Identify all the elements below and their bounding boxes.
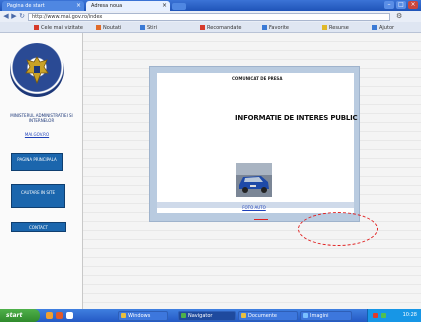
forward-icon[interactable]: ▶: [10, 12, 18, 21]
tab-current[interactable]: Adresa noua ×: [86, 1, 170, 11]
bookmark-icon: [372, 25, 377, 30]
bookmark-item[interactable]: Favorite: [262, 24, 289, 32]
search-site-button[interactable]: CAUTARE IN SITE: [11, 184, 65, 208]
taskbar-item[interactable]: Navigator: [178, 311, 236, 321]
close-icon[interactable]: ×: [408, 1, 418, 9]
photo-caption[interactable]: FOTO AUTO: [237, 205, 271, 210]
bookmark-icon: [140, 25, 145, 30]
clock: 10:28: [402, 312, 417, 318]
highlight-underline: [254, 219, 268, 220]
institution-name: MINISTERUL ADMINISTRATIEI SI INTERNELOR: [10, 113, 73, 123]
minimize-icon[interactable]: –: [384, 1, 394, 9]
back-icon[interactable]: ◀: [2, 12, 10, 21]
contact-button[interactable]: CONTACT: [11, 222, 66, 232]
tab-home[interactable]: Pagina de start ×: [2, 1, 84, 11]
bookmark-item[interactable]: Stiri: [140, 24, 157, 32]
quick-launch-icon[interactable]: [56, 312, 63, 319]
main-content: COMUNICAT DE PRESA INFORMATIE DE INTERES…: [84, 33, 421, 309]
eagle-icon: [25, 56, 49, 85]
document-heading: INFORMATIE DE INTERES PUBLIC: [235, 114, 358, 122]
window-icon: [121, 313, 126, 318]
taskbar: start Windows Navigator Documente Imagin…: [0, 309, 421, 322]
bookmark-icon: [322, 25, 327, 30]
tab-label: Adresa noua: [91, 3, 123, 9]
reload-icon[interactable]: ↻: [18, 12, 26, 21]
sidebar: MINISTERUL ADMINISTRATIEI SI INTERNELOR …: [0, 33, 83, 309]
browser-icon: [181, 313, 186, 318]
home-link[interactable]: MAI.GOV.RO: [20, 132, 54, 137]
close-icon[interactable]: ×: [76, 1, 81, 11]
folder-icon: [241, 313, 246, 318]
bookmark-item[interactable]: Cele mai vizitate: [34, 24, 83, 32]
web-page: MINISTERUL ADMINISTRATIEI SI INTERNELOR …: [0, 33, 421, 309]
coat-of-arms-logo: [10, 43, 64, 97]
new-tab-button[interactable]: [172, 3, 186, 10]
home-button[interactable]: PAGINA PRINCIPALA: [11, 153, 63, 171]
bookmark-item[interactable]: Resurse: [322, 24, 349, 32]
document-title: COMUNICAT DE PRESA: [232, 76, 283, 81]
taskbar-item[interactable]: Documente: [238, 311, 298, 321]
highlight-circle: [298, 212, 378, 246]
address-bar: ◀ ▶ ↻ http://www.mai.gov.ro/index ⚙: [0, 11, 421, 22]
quick-launch-icon[interactable]: [66, 312, 73, 319]
system-tray: 10:28: [367, 309, 421, 322]
tab-strip: Pagina de start × Adresa noua × – □ ×: [0, 0, 421, 11]
window-controls: – □ ×: [384, 1, 418, 9]
taskbar-item[interactable]: Imagini: [300, 311, 352, 321]
document-page: COMUNICAT DE PRESA INFORMATIE DE INTERES…: [157, 73, 358, 213]
bookmark-item[interactable]: Recomandate: [200, 24, 242, 32]
bookmark-icon: [200, 25, 205, 30]
wrench-icon[interactable]: ⚙: [396, 12, 402, 21]
bookmark-item[interactable]: Ajutor: [372, 24, 394, 32]
bookmark-item[interactable]: Noutati: [96, 24, 121, 32]
url-input[interactable]: http://www.mai.gov.ro/index: [28, 13, 390, 21]
bookmarks-bar: Cele mai vizitate Noutati Stiri Recomand…: [0, 22, 421, 33]
tray-icon[interactable]: [381, 313, 386, 318]
bookmark-icon: [262, 25, 267, 30]
tray-icon[interactable]: [373, 313, 378, 318]
car-icon: [236, 163, 272, 197]
image-icon: [303, 313, 308, 318]
document-frame: COMUNICAT DE PRESA INFORMATIE DE INTERES…: [149, 66, 378, 246]
start-button[interactable]: start: [0, 309, 40, 322]
car-photo[interactable]: [236, 163, 272, 197]
maximize-icon[interactable]: □: [396, 1, 406, 9]
close-icon[interactable]: ×: [162, 1, 167, 11]
tab-label: Pagina de start: [7, 3, 45, 9]
quick-launch-icon[interactable]: [46, 312, 53, 319]
taskbar-item[interactable]: Windows: [118, 311, 168, 321]
bookmark-icon: [34, 25, 39, 30]
bookmark-icon: [96, 25, 101, 30]
